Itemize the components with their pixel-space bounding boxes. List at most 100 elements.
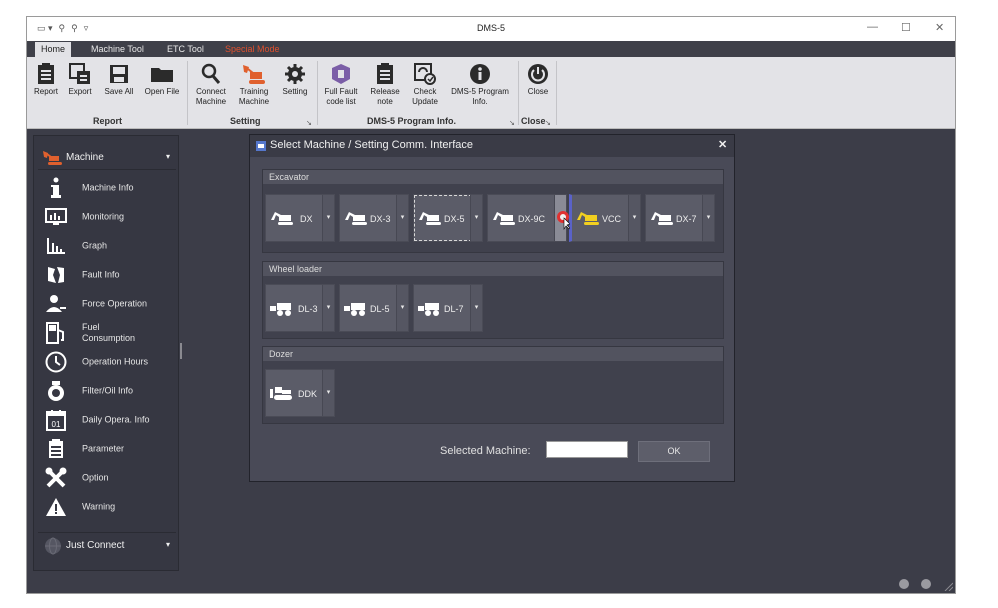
chevron-down-icon[interactable]: ▾ [322, 370, 334, 416]
wheel-loader-icon [418, 303, 439, 316]
training-machine-button[interactable]: Training Machine [235, 61, 273, 107]
sidebar-item-machine-info[interactable]: Machine Info [34, 174, 180, 202]
dialog-title-bar: Select Machine / Setting Comm. Interface… [250, 135, 734, 157]
resize-grip-icon[interactable] [943, 581, 953, 591]
program-info-button[interactable]: DMS-5 Program Info. [445, 61, 515, 107]
dialog-title: Select Machine / Setting Comm. Interface [270, 139, 473, 151]
sidebar-item-daily-opera-info[interactable]: 01 Daily Opera. Info [34, 406, 180, 434]
app-icon [256, 141, 266, 151]
ribbon-tabs: Home Machine Tool ETC Tool Special Mode [27, 41, 955, 57]
info-icon [44, 177, 68, 199]
filter-icon [44, 380, 68, 402]
gear-icon [285, 64, 305, 84]
clipboard-icon [377, 63, 393, 84]
machine-button-dl-7[interactable]: DL-7 ▾ [413, 284, 483, 332]
chevron-down-icon[interactable]: ▾ [470, 285, 482, 331]
report-icon [38, 63, 54, 84]
report-button[interactable]: Report [31, 61, 61, 97]
machine-button-ddk[interactable]: DDK ▾ [265, 369, 335, 417]
export-icon [69, 63, 90, 84]
wheel-loader-icon [270, 303, 291, 316]
group-label-close: Close [521, 116, 546, 126]
machine-button-dx-3[interactable]: DX-3 ▾ [339, 194, 409, 242]
sidebar-footer-just-connect[interactable]: Just Connect ▾ [38, 532, 176, 556]
sidebar-header-machine[interactable]: Machine ▾ [38, 146, 176, 170]
full-fault-code-list-button[interactable]: Full Fault code list [321, 61, 361, 107]
sidebar-item-fault-info[interactable]: Fault Info [34, 261, 180, 289]
minimize-button[interactable]: — [867, 21, 878, 33]
sidebar-item-fuel-consumption[interactable]: Fuel Consumption [34, 319, 180, 347]
machine-button-dl-3[interactable]: DL-3 ▾ [265, 284, 335, 332]
close-icon[interactable]: ✕ [718, 138, 727, 151]
search-icon [201, 63, 221, 84]
close-app-button[interactable]: Close [523, 61, 553, 97]
sidebar-item-parameter[interactable]: Parameter [34, 435, 180, 463]
chevron-down-icon[interactable]: ▾ [322, 285, 334, 331]
open-file-button[interactable]: Open File [143, 61, 181, 97]
calendar-icon: 01 [44, 409, 68, 431]
setting-button[interactable]: Setting [279, 61, 311, 97]
close-launcher-icon[interactable]: ↘ [545, 119, 551, 127]
chevron-down-icon[interactable]: ▾ [702, 195, 714, 241]
sidebar-item-force-operation[interactable]: Force Operation [34, 290, 180, 318]
ribbon-separator [518, 61, 519, 125]
clock-icon [44, 351, 68, 373]
section-excavator: Excavator DX ▾ DX-3 ▾ DX-5 ▾ DX-9C VCC ▾… [262, 169, 724, 253]
chevron-down-icon[interactable]: ▾ [322, 195, 334, 241]
sidebar-item-filter-oil-info[interactable]: Filter/Oil Info [34, 377, 180, 405]
sidebar-item-operation-hours[interactable]: Operation Hours [34, 348, 180, 376]
sidebar-item-monitoring[interactable]: Monitoring [34, 203, 180, 231]
excavator-icon [493, 212, 515, 225]
tab-special-mode[interactable]: Special Mode [219, 42, 286, 57]
setting-launcher-icon[interactable]: ↘ [306, 119, 312, 127]
tab-etc-tool[interactable]: ETC Tool [161, 42, 210, 57]
section-label: Dozer [263, 347, 723, 361]
ok-button[interactable]: OK [638, 441, 710, 462]
excavator-icon [43, 151, 62, 165]
app-window: ▭ ▾ ⚲ ⚲ ▿ DMS-5 — ☐ ✕ Home Machine Tool … [26, 16, 956, 594]
machine-button-dx-7[interactable]: DX-7 ▾ [645, 194, 715, 242]
selected-machine-field[interactable] [546, 441, 628, 458]
svg-text:01: 01 [52, 420, 61, 429]
section-label: Excavator [263, 170, 723, 184]
machine-button-vcc[interactable]: VCC ▾ [569, 194, 641, 242]
chevron-down-icon: ▾ [166, 540, 171, 549]
tab-home[interactable]: Home [35, 42, 72, 57]
tab-machine-tool[interactable]: Machine Tool [85, 42, 150, 57]
excavator-icon [419, 212, 441, 225]
machine-button-dx-5[interactable]: DX-5 ▾ [413, 194, 483, 242]
close-window-button[interactable]: ✕ [935, 21, 944, 34]
chevron-down-icon[interactable]: ▾ [396, 285, 408, 331]
title-bar: ▭ ▾ ⚲ ⚲ ▿ DMS-5 — ☐ ✕ [27, 17, 955, 41]
sidebar-item-warning[interactable]: Warning [34, 493, 180, 521]
save-all-button[interactable]: Save All [101, 61, 137, 97]
chevron-down-icon[interactable]: ▾ [470, 195, 482, 241]
chevron-down-icon[interactable]: ▾ [628, 195, 640, 241]
machine-button-dx[interactable]: DX ▾ [265, 194, 335, 242]
tools-icon [44, 467, 68, 489]
chevron-down-icon: ▾ [166, 152, 171, 161]
check-update-button[interactable]: Check Update [407, 61, 443, 107]
update-icon [414, 63, 436, 85]
warning-icon [44, 496, 68, 518]
graph-icon [44, 235, 68, 257]
release-note-button[interactable]: Release note [367, 61, 403, 107]
save-icon [110, 65, 128, 83]
fuel-icon [44, 322, 68, 344]
program-info-launcher-icon[interactable]: ↘ [509, 119, 515, 127]
machine-button-dl-5[interactable]: DL-5 ▾ [339, 284, 409, 332]
dozer-icon [270, 387, 292, 400]
excavator-icon [651, 212, 673, 225]
chevron-down-icon[interactable]: ▾ [396, 195, 408, 241]
maximize-button[interactable]: ☐ [901, 21, 911, 34]
sidebar-scrollbar[interactable] [180, 343, 182, 359]
connect-machine-button[interactable]: Connect Machine [193, 61, 229, 107]
machine-button-dx-9c[interactable]: DX-9C [487, 194, 567, 242]
sidebar-header-label: Machine [66, 152, 104, 163]
export-button[interactable]: Export [65, 61, 95, 97]
clipboard-icon [44, 438, 68, 460]
sidebar-item-option[interactable]: Option [34, 464, 180, 492]
status-indicator [921, 579, 931, 589]
section-dozer: Dozer DDK ▾ [262, 346, 724, 424]
sidebar-item-graph[interactable]: Graph [34, 232, 180, 260]
